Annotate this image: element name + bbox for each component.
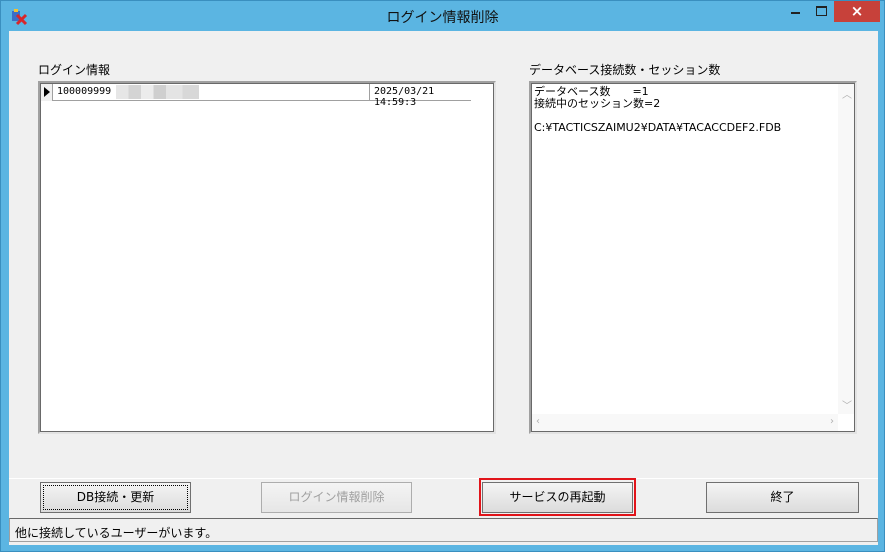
title-bar[interactable]: ログイン情報削除 × <box>1 1 884 31</box>
horizontal-scrollbar[interactable]: ‹ › <box>532 414 838 431</box>
divider <box>9 478 878 479</box>
scroll-left-icon[interactable]: ‹ <box>536 416 540 427</box>
close-icon: × <box>850 2 864 20</box>
close-button[interactable]: × <box>834 1 880 22</box>
window-title: ログイン情報削除 <box>386 10 499 26</box>
cell-login-time[interactable]: 2025/03/21 14:59:3 <box>374 86 471 108</box>
vertical-scrollbar[interactable]: ︿ ﹀ <box>838 84 854 414</box>
row-pointer-icon <box>41 84 53 101</box>
db-info-text: データベース数 =1 接続中のセッション数=2 C:¥TACTICSZAIMU2… <box>534 85 782 134</box>
column-divider <box>369 84 370 101</box>
db-connect-refresh-button[interactable]: DB接続・更新 <box>40 482 191 513</box>
status-bar: 他に接続しているユーザーがいます。 <box>9 518 878 542</box>
cell-user-name-redacted <box>116 85 199 99</box>
status-message: 他に接続しているユーザーがいます。 <box>15 526 218 540</box>
delete-login-info-button[interactable]: ログイン情報削除 <box>261 482 412 513</box>
minimize-button[interactable] <box>782 1 808 22</box>
db-info-textbox[interactable]: データベース数 =1 接続中のセッション数=2 C:¥TACTICSZAIMU2… <box>529 81 857 434</box>
restart-service-highlight <box>479 478 636 516</box>
db-info-label: データベース接続数・セッション数 <box>529 63 721 77</box>
scroll-up-icon[interactable]: ︿ <box>842 86 852 101</box>
scroll-right-icon[interactable]: › <box>830 416 834 427</box>
login-info-grid[interactable]: 100009999 2025/03/21 14:59:3 <box>38 81 496 434</box>
app-window: ログイン情報削除 × ログイン情報 100009999 2025/03/21 1… <box>0 0 885 552</box>
exit-button[interactable]: 終了 <box>706 482 859 513</box>
client-area: ログイン情報 100009999 2025/03/21 14:59:3 データベ… <box>9 31 878 545</box>
cell-user-id[interactable]: 100009999 <box>57 86 111 97</box>
table-row[interactable]: 100009999 2025/03/21 14:59:3 <box>41 84 471 108</box>
scroll-down-icon[interactable]: ﹀ <box>842 397 852 412</box>
maximize-button[interactable] <box>808 1 834 22</box>
login-info-label: ログイン情報 <box>38 63 111 77</box>
